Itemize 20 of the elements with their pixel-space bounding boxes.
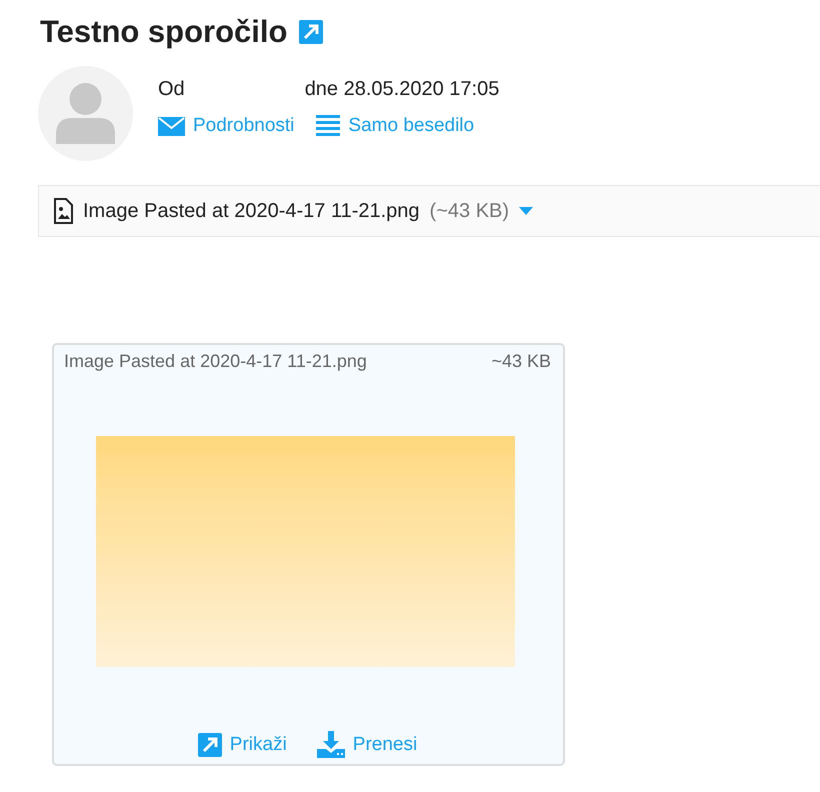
- from-label: Od: [158, 78, 185, 101]
- lines-icon: [316, 115, 340, 137]
- view-link[interactable]: Prikaži: [198, 731, 287, 758]
- attachment-bar[interactable]: Image Pasted at 2020-4-17 11-21.png (~43 KB): [38, 185, 820, 237]
- external-link-icon[interactable]: [299, 20, 324, 44]
- details-link[interactable]: Podrobnosti: [158, 115, 294, 137]
- download-icon: [316, 731, 345, 758]
- plain-text-link[interactable]: Samo besedilo: [316, 115, 474, 137]
- download-link[interactable]: Prenesi: [316, 731, 418, 758]
- preview-file-size: ~43 KB: [491, 351, 551, 372]
- attachment-name: Image Pasted at 2020-4-17 11-21.png: [83, 200, 420, 222]
- preview-file-name: Image Pasted at 2020-4-17 11-21.png: [64, 351, 367, 372]
- attachment-size: (~43 KB): [430, 200, 510, 222]
- sent-date: dne 28.05.2020 17:05: [304, 78, 500, 101]
- avatar-icon: [38, 66, 133, 161]
- image-file-icon: [53, 198, 73, 224]
- message-title: Testno sporočilo: [40, 14, 288, 50]
- external-link-icon: [198, 732, 222, 756]
- caret-icon[interactable]: [519, 207, 534, 215]
- envelope-icon: [158, 116, 185, 136]
